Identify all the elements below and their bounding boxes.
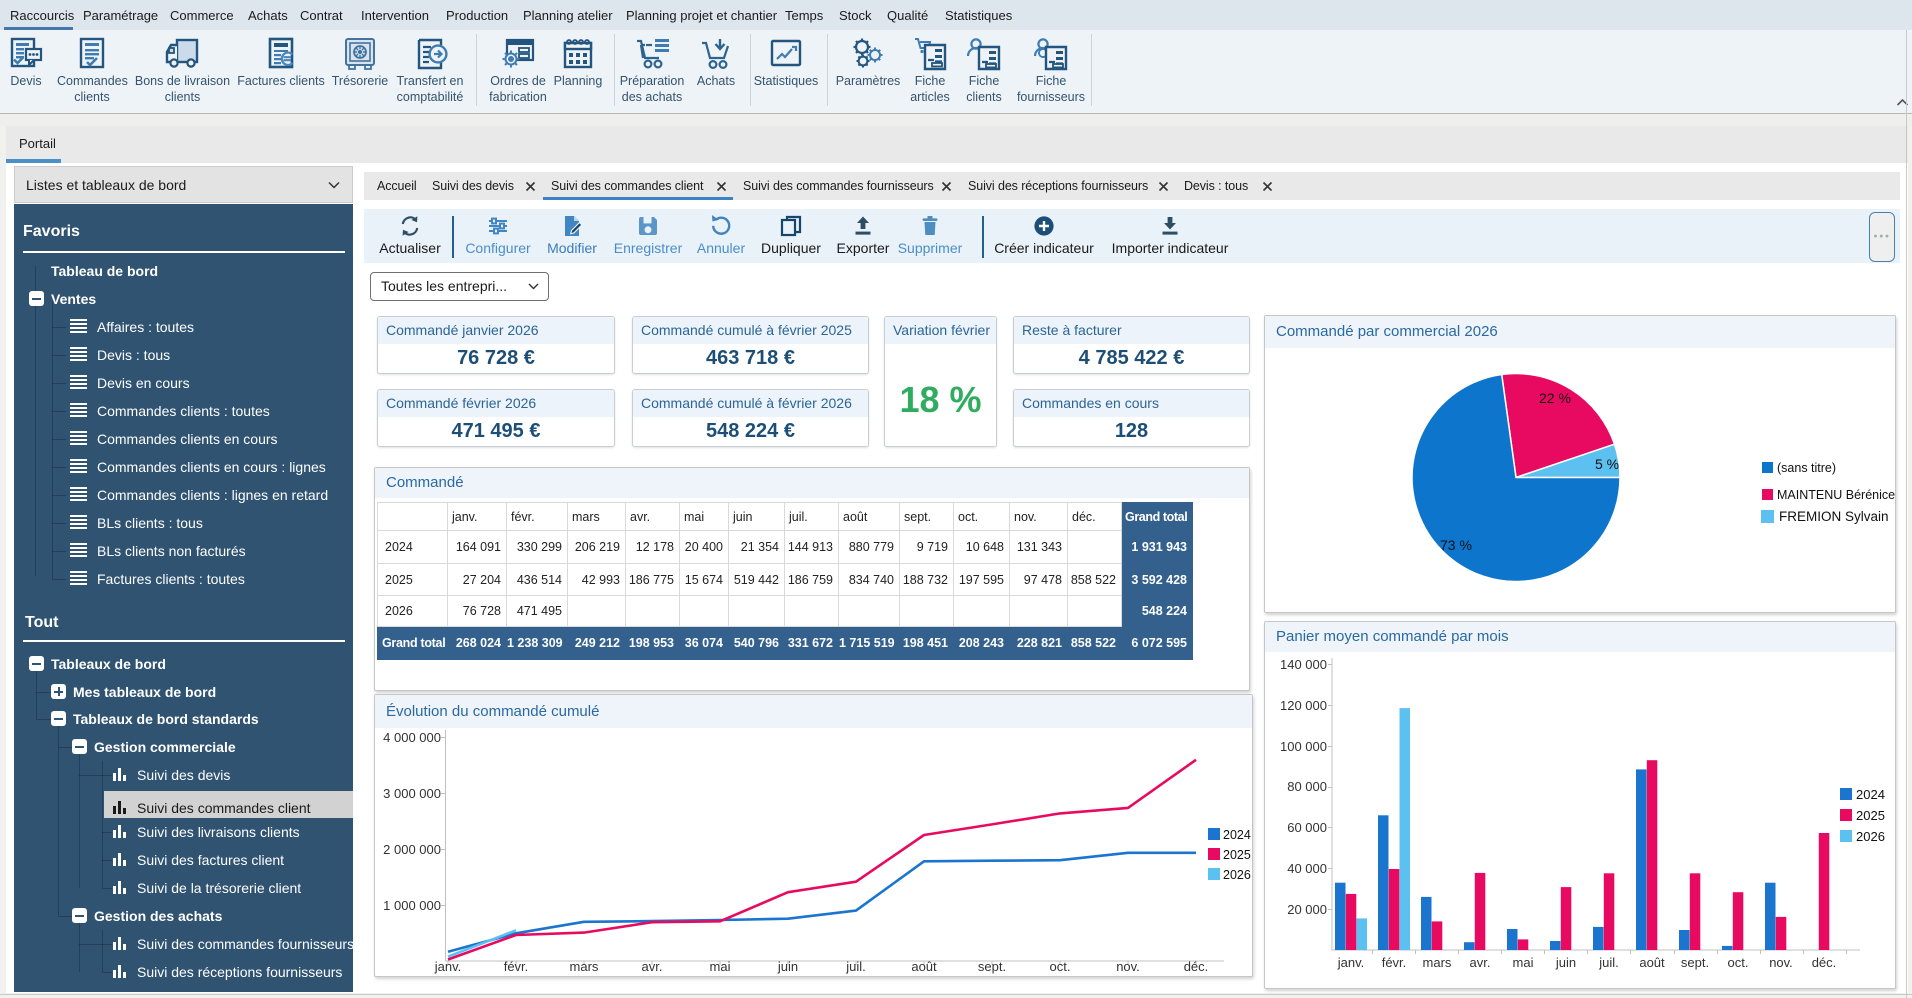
svg-text:avr.: avr. [642,959,663,974]
svg-text:déc.: déc. [1812,955,1837,970]
svg-text:janv.: janv. [434,959,462,974]
svg-text:80 000: 80 000 [1287,779,1327,794]
svg-text:août: août [1639,955,1665,970]
svg-text:2026: 2026 [1223,868,1251,882]
svg-text:2 000 000: 2 000 000 [383,842,441,857]
svg-text:sept.: sept. [1681,955,1709,970]
svg-text:22 %: 22 % [1539,390,1571,406]
svg-text:juil.: juil. [1598,955,1619,970]
svg-text:60 000: 60 000 [1287,820,1327,835]
svg-text:oct.: oct. [1728,955,1749,970]
svg-text:déc.: déc. [1184,959,1209,974]
svg-text:juin: juin [1555,955,1576,970]
svg-text:5 %: 5 % [1595,456,1619,472]
svg-text:sept.: sept. [978,959,1006,974]
svg-text:2025: 2025 [1223,848,1251,862]
svg-text:mai: mai [1513,955,1534,970]
svg-text:100 000: 100 000 [1280,739,1327,754]
svg-text:140 000: 140 000 [1280,657,1327,672]
svg-text:mars: mars [570,959,599,974]
svg-text:nov.: nov. [1116,959,1140,974]
svg-text:2024: 2024 [1856,787,1885,802]
svg-text:2024: 2024 [1223,828,1251,842]
svg-text:mars: mars [1423,955,1452,970]
svg-text:avr.: avr. [1470,955,1491,970]
svg-text:FREMION Sylvain: FREMION Sylvain [1779,509,1889,524]
svg-text:MAINTENU Bérénice: MAINTENU Bérénice [1777,488,1895,502]
svg-text:juin: juin [777,959,798,974]
svg-text:4 000 000: 4 000 000 [383,730,441,745]
svg-text:20 000: 20 000 [1287,902,1327,917]
svg-text:févr.: févr. [1382,955,1407,970]
svg-text:(sans titre): (sans titre) [1777,461,1836,475]
svg-text:févr.: févr. [504,959,529,974]
svg-text:oct.: oct. [1050,959,1071,974]
svg-text:1 000 000: 1 000 000 [383,898,441,913]
svg-text:120 000: 120 000 [1280,698,1327,713]
svg-text:juil.: juil. [845,959,866,974]
svg-text:2025: 2025 [1856,808,1885,823]
svg-text:août: août [911,959,937,974]
svg-text:nov.: nov. [1769,955,1793,970]
svg-text:73 %: 73 % [1440,537,1472,553]
svg-text:janv.: janv. [1337,955,1365,970]
svg-text:3 000 000: 3 000 000 [383,786,441,801]
svg-text:40 000: 40 000 [1287,861,1327,876]
svg-text:2026: 2026 [1856,829,1885,844]
svg-text:mai: mai [710,959,731,974]
